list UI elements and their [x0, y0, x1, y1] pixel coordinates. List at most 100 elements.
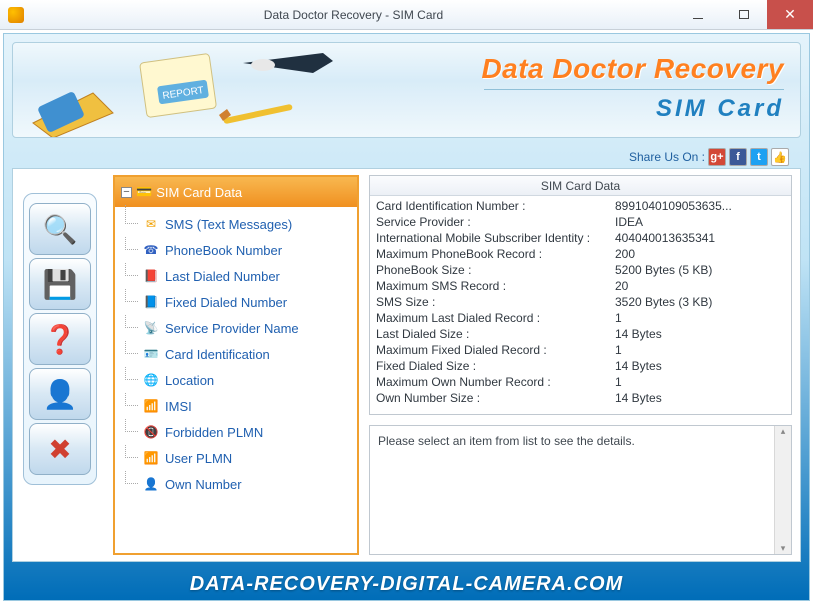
search-sim-button[interactable]: 🔍	[29, 203, 91, 255]
data-key: Maximum Last Dialed Record :	[376, 310, 615, 326]
tree-item-icon: 📡	[143, 320, 159, 336]
app-icon	[8, 7, 24, 23]
tree-item[interactable]: 📵Forbidden PLMN	[139, 419, 357, 445]
banner-art-icon: REPORT	[13, 43, 333, 138]
google-plus-icon[interactable]: g+	[708, 148, 726, 166]
data-table: SIM Card Data Card Identification Number…	[369, 175, 792, 415]
data-value: 8991040109053635...	[615, 198, 785, 214]
titlebar: Data Doctor Recovery - SIM Card ✕	[0, 0, 813, 30]
tree-item[interactable]: 📕 Last Dialed Number	[139, 263, 357, 289]
tree-item[interactable]: 🌐 Location	[139, 367, 357, 393]
twitter-icon[interactable]: t	[750, 148, 768, 166]
tree-item-icon: 📘	[143, 294, 159, 310]
tree-item-label: Location	[165, 373, 214, 388]
tree-item-label: PhoneBook Number	[165, 243, 282, 258]
tree-item-icon: 📶	[143, 450, 159, 466]
data-key: Fixed Dialed Size :	[376, 358, 615, 374]
tree-item-icon: 📶	[143, 398, 159, 414]
data-value: 200	[615, 246, 785, 262]
tree-item-label: User PLMN	[165, 451, 232, 466]
tree-item[interactable]: 🪪 Card Identification	[139, 341, 357, 367]
tree-item[interactable]: 📡Service Provider Name	[139, 315, 357, 341]
data-row: Maximum Last Dialed Record :1	[376, 310, 785, 326]
minimize-button[interactable]	[675, 0, 721, 29]
tree-root-label: SIM Card Data	[156, 185, 242, 200]
tree-item-label: Last Dialed Number	[165, 269, 280, 284]
main-frame: REPORT Data Doctor Recovery SIM Card Sha…	[3, 33, 810, 601]
tree-item-label: Card Identification	[165, 347, 270, 362]
footer-url: DATA-RECOVERY-DIGITAL-CAMERA.COM	[4, 568, 809, 600]
share-label: Share Us On :	[629, 150, 705, 164]
data-row: Last Dialed Size :14 Bytes	[376, 326, 785, 342]
data-value: 3520 Bytes (3 KB)	[615, 294, 785, 310]
data-row: Card Identification Number :899104010905…	[376, 198, 785, 214]
tree-item-icon: 👤	[143, 476, 159, 492]
data-value: 1	[615, 374, 785, 390]
data-row: Fixed Dialed Size :14 Bytes	[376, 358, 785, 374]
tree-item-icon: 🪪	[143, 346, 159, 362]
tree-item-label: IMSI	[165, 399, 192, 414]
data-key: International Mobile Subscriber Identity…	[376, 230, 615, 246]
save-button[interactable]: 💾	[29, 258, 91, 310]
data-key: Card Identification Number :	[376, 198, 615, 214]
data-key: Last Dialed Size :	[376, 326, 615, 342]
like-icon[interactable]: 👍	[771, 148, 789, 166]
data-row: Maximum Own Number Record :1	[376, 374, 785, 390]
data-row: International Mobile Subscriber Identity…	[376, 230, 785, 246]
tree-item-label: Fixed Dialed Number	[165, 295, 287, 310]
details-panel: Please select an item from list to see t…	[369, 425, 792, 555]
details-placeholder: Please select an item from list to see t…	[378, 434, 635, 448]
banner-title: Data Doctor Recovery	[481, 53, 784, 85]
data-key: Maximum PhoneBook Record :	[376, 246, 615, 262]
maximize-button[interactable]	[721, 0, 767, 29]
data-row: Own Number Size :14 Bytes	[376, 390, 785, 406]
tree-item-icon: 📕	[143, 268, 159, 284]
data-row: Maximum SMS Record :20	[376, 278, 785, 294]
close-window-button[interactable]: ✕	[767, 0, 813, 29]
data-row: Maximum Fixed Dialed Record :1	[376, 342, 785, 358]
tree-item[interactable]: 👤 Own Number	[139, 471, 357, 497]
data-key: Maximum SMS Record :	[376, 278, 615, 294]
tree-root[interactable]: − 💳 SIM Card Data	[115, 177, 357, 207]
data-row: Maximum PhoneBook Record :200	[376, 246, 785, 262]
data-value: 20	[615, 278, 785, 294]
data-value: 14 Bytes	[615, 358, 785, 374]
window-title: Data Doctor Recovery - SIM Card	[32, 8, 675, 22]
data-value: IDEA	[615, 214, 785, 230]
sim-card-icon: 💳	[136, 184, 152, 200]
tree-item-icon: 🌐	[143, 372, 159, 388]
data-row: PhoneBook Size :5200 Bytes (5 KB)	[376, 262, 785, 278]
data-key: SMS Size :	[376, 294, 615, 310]
tree-item-label: Own Number	[165, 477, 242, 492]
user-button[interactable]: 👤	[29, 368, 91, 420]
close-button[interactable]: ✖	[29, 423, 91, 475]
collapse-icon[interactable]: −	[121, 187, 132, 198]
data-value: 1	[615, 310, 785, 326]
data-value: 404040013635341	[615, 230, 785, 246]
tree-item-icon: 📵	[143, 424, 159, 440]
scrollbar[interactable]	[774, 426, 791, 554]
tree-item[interactable]: 📶 User PLMN	[139, 445, 357, 471]
data-table-header: SIM Card Data	[370, 176, 791, 196]
facebook-icon[interactable]: f	[729, 148, 747, 166]
data-value: 14 Bytes	[615, 390, 785, 406]
data-row: Service Provider :IDEA	[376, 214, 785, 230]
tree-panel: − 💳 SIM Card Data ✉SMS (Text Messages) ☎ P…	[113, 175, 359, 555]
data-key: Maximum Fixed Dialed Record :	[376, 342, 615, 358]
data-key: PhoneBook Size :	[376, 262, 615, 278]
data-value: 14 Bytes	[615, 326, 785, 342]
banner-subtitle: SIM Card	[656, 95, 784, 123]
banner: REPORT Data Doctor Recovery SIM Card	[12, 42, 801, 138]
tree-item-icon: ☎	[143, 242, 159, 258]
data-key: Maximum Own Number Record :	[376, 374, 615, 390]
content-panel: 🔍💾❓👤✖ − 💳 SIM Card Data ✉SMS (Text Messa…	[12, 168, 801, 562]
data-value: 5200 Bytes (5 KB)	[615, 262, 785, 278]
tree-item[interactable]: 📘 Fixed Dialed Number	[139, 289, 357, 315]
left-toolbar: 🔍💾❓👤✖	[23, 193, 97, 485]
data-value: 1	[615, 342, 785, 358]
tree-item[interactable]: ✉SMS (Text Messages)	[139, 211, 357, 237]
tree-item[interactable]: ☎ PhoneBook Number	[139, 237, 357, 263]
tree-item-icon: ✉	[143, 216, 159, 232]
tree-item[interactable]: 📶 IMSI	[139, 393, 357, 419]
help-button[interactable]: ❓	[29, 313, 91, 365]
